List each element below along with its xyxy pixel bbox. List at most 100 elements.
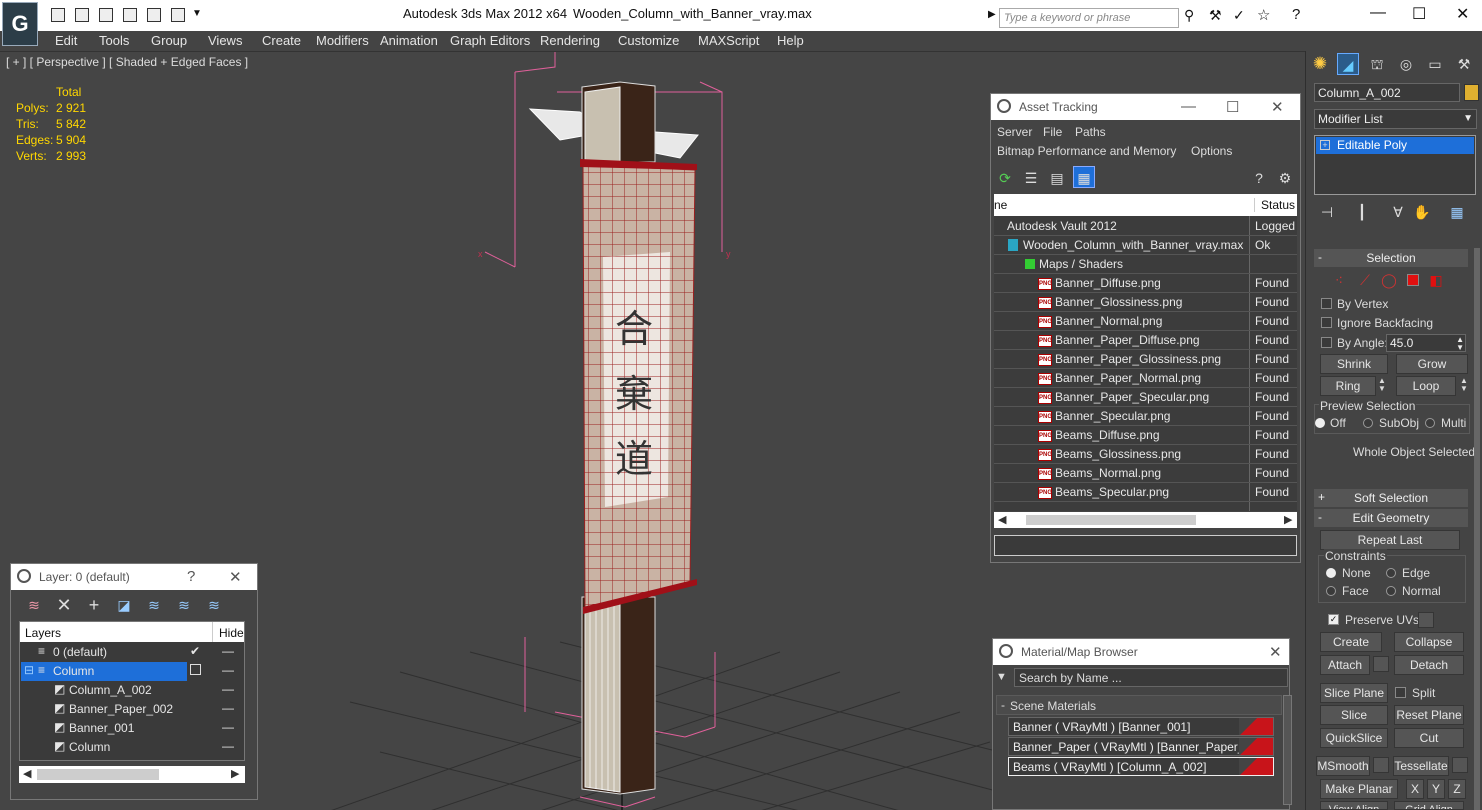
create-layer-icon[interactable]: ≋ <box>23 594 45 616</box>
set-active-layer-icon[interactable] <box>190 664 201 675</box>
loop-button[interactable]: Loop <box>1396 376 1456 396</box>
msmooth-settings-button[interactable] <box>1373 757 1389 773</box>
display-tab-icon[interactable]: ▭ <box>1424 53 1446 75</box>
grow-button[interactable]: Grow <box>1396 354 1468 374</box>
asset-row-maps-group[interactable]: Maps / Shaders <box>994 255 1297 274</box>
asset-path-field[interactable] <box>994 535 1297 556</box>
menu-edit[interactable]: Edit <box>55 33 77 48</box>
grid-align-button[interactable]: Grid Align <box>1394 801 1464 810</box>
planar-z-button[interactable]: Z <box>1448 779 1466 799</box>
delete-layer-icon[interactable]: ✕ <box>53 594 75 616</box>
scroll-thumb[interactable] <box>37 769 159 780</box>
menu-modifiers[interactable]: Modifiers <box>316 33 369 48</box>
menu-maxscript[interactable]: MAXScript <box>698 33 759 48</box>
asset-row-file[interactable]: PNG Banner_Paper_Normal.png Found <box>994 369 1297 388</box>
keyword-search-input[interactable]: Type a keyword or phrase <box>999 8 1179 28</box>
search-expand-icon[interactable]: ▶ <box>988 9 996 20</box>
hierarchy-tab-icon[interactable]: ⛫ <box>1366 53 1388 75</box>
collapse-section-icon[interactable]: - <box>1001 698 1005 712</box>
freeze-all-icon[interactable]: ≋ <box>203 594 225 616</box>
layer-col-hide[interactable]: Hide <box>212 622 244 642</box>
layer-row-object[interactable]: ◩ Column_A_002 — <box>20 681 244 700</box>
material-options-dropdown-icon[interactable]: ▼ <box>996 671 1007 683</box>
asset-row-max-file[interactable]: Wooden_Column_with_Banner_vray.max Ok <box>994 236 1297 255</box>
angle-spinner[interactable]: 45.0 ▲ ▼ <box>1386 334 1466 352</box>
border-mode-icon[interactable]: ◯ <box>1378 269 1400 291</box>
object-name-field[interactable]: Column_A_002 <box>1314 83 1460 102</box>
quick-access-dropdown-icon[interactable]: ▼ <box>192 8 202 19</box>
asset-menu-bitmap-performance[interactable]: Bitmap Performance and Memory <box>997 144 1176 158</box>
tessellate-settings-button[interactable] <box>1452 757 1468 773</box>
undo-icon[interactable] <box>99 8 113 22</box>
split-checkbox[interactable] <box>1395 687 1406 698</box>
menu-rendering[interactable]: Rendering <box>540 33 600 48</box>
scroll-left-icon[interactable]: ◀ <box>998 513 1006 526</box>
help-icon[interactable]: ? <box>1292 6 1300 23</box>
hide-toggle-icon[interactable]: — <box>222 720 234 734</box>
hide-all-icon[interactable]: ≋ <box>173 594 195 616</box>
binoculars-icon[interactable]: ⚲ <box>1184 7 1194 24</box>
view-align-button[interactable]: View Align <box>1320 801 1388 810</box>
highlight-layer-icon[interactable]: ≋ <box>143 594 165 616</box>
hide-toggle-icon[interactable]: — <box>222 739 234 753</box>
material-row-banner[interactable]: Banner ( VRayMtl ) [Banner_001] <box>1008 717 1274 736</box>
asset-hscrollbar[interactable]: ◀ ▶ <box>994 512 1297 528</box>
layer-close-icon[interactable]: ✕ <box>229 568 242 586</box>
remove-modifier-icon[interactable]: ✋ <box>1411 201 1433 223</box>
show-end-result-icon[interactable]: ┃ <box>1351 201 1373 223</box>
asset-settings-icon[interactable]: ⚙ <box>1274 167 1296 189</box>
favorites-star-icon[interactable]: ☆ <box>1257 6 1270 24</box>
asset-col-status[interactable]: Status <box>1254 198 1295 212</box>
constraint-normal-radio[interactable] <box>1386 586 1396 596</box>
communication-center-icon[interactable]: ⚒ <box>1209 7 1222 24</box>
asset-menu-server[interactable]: Server <box>997 125 1032 139</box>
configure-sets-icon[interactable]: ▦ <box>1446 201 1468 223</box>
selection-rollout-header[interactable]: - Selection <box>1314 249 1468 267</box>
scroll-right-icon[interactable]: ▶ <box>231 767 239 780</box>
asset-row-file[interactable]: PNG Beams_Specular.png Found <box>994 483 1297 502</box>
constraint-edge-radio[interactable] <box>1386 568 1396 578</box>
layer-col-layers[interactable]: Layers <box>25 626 61 640</box>
attach-button[interactable]: Attach <box>1320 655 1370 675</box>
constraint-none-radio[interactable] <box>1326 568 1336 578</box>
asset-menu-file[interactable]: File <box>1043 125 1062 139</box>
preserve-uvs-checkbox[interactable]: ✓ <box>1328 614 1339 625</box>
expand-icon[interactable]: + <box>1320 140 1330 150</box>
add-to-layer-icon[interactable]: + <box>83 594 105 616</box>
make-unique-icon[interactable]: ∀ <box>1387 201 1409 223</box>
preview-subobj-radio[interactable] <box>1363 418 1373 428</box>
by-vertex-checkbox[interactable] <box>1321 298 1332 309</box>
layer-row-object[interactable]: ◩ Banner_001 — <box>20 719 244 738</box>
close-icon[interactable]: ✕ <box>1456 4 1469 24</box>
attach-settings-button[interactable] <box>1373 656 1389 672</box>
subscription-icon[interactable]: ✓ <box>1233 7 1245 24</box>
msmooth-button[interactable]: MSmooth <box>1316 756 1370 776</box>
menu-group[interactable]: Group <box>151 33 187 48</box>
asset-row-vault[interactable]: Autodesk Vault 2012 Logged <box>994 217 1297 236</box>
layer-row-default[interactable]: ≡ 0 (default) ✔ — <box>20 643 244 662</box>
reset-plane-button[interactable]: Reset Plane <box>1394 705 1464 725</box>
vertex-mode-icon[interactable]: ⁖ <box>1328 269 1350 291</box>
element-mode-icon[interactable]: ◧ <box>1425 269 1447 291</box>
scroll-right-icon[interactable]: ▶ <box>1284 513 1292 526</box>
hide-toggle-icon[interactable]: — <box>222 682 234 696</box>
app-logo-button[interactable]: G <box>2 2 38 46</box>
collapse-button[interactable]: Collapse <box>1394 632 1464 652</box>
layer-hscrollbar[interactable]: ◀ ▶ <box>19 766 245 783</box>
preview-off-radio[interactable] <box>1315 418 1325 428</box>
slice-button[interactable]: Slice <box>1320 705 1388 725</box>
asset-row-file[interactable]: PNG Banner_Paper_Diffuse.png Found <box>994 331 1297 350</box>
preserve-uvs-settings-button[interactable] <box>1418 612 1434 628</box>
material-vscrollbar[interactable] <box>1283 695 1292 805</box>
asset-tracking-titlebar[interactable]: Asset Tracking — ☐ ✕ <box>991 94 1300 120</box>
minimize-icon[interactable]: — <box>1370 4 1386 22</box>
modify-tab-icon[interactable]: ◢ <box>1337 53 1359 75</box>
utilities-tab-hammer-icon[interactable]: ⚒ <box>1453 53 1475 75</box>
hide-toggle-icon[interactable]: — <box>222 644 234 658</box>
table-view-icon[interactable]: ▦ <box>1073 166 1095 188</box>
create-tab-sun-icon[interactable]: ✺ <box>1309 53 1331 75</box>
scroll-left-icon[interactable]: ◀ <box>23 767 31 780</box>
menu-help[interactable]: Help <box>777 33 804 48</box>
by-angle-checkbox[interactable] <box>1321 337 1332 348</box>
open-file-icon[interactable] <box>51 8 65 22</box>
